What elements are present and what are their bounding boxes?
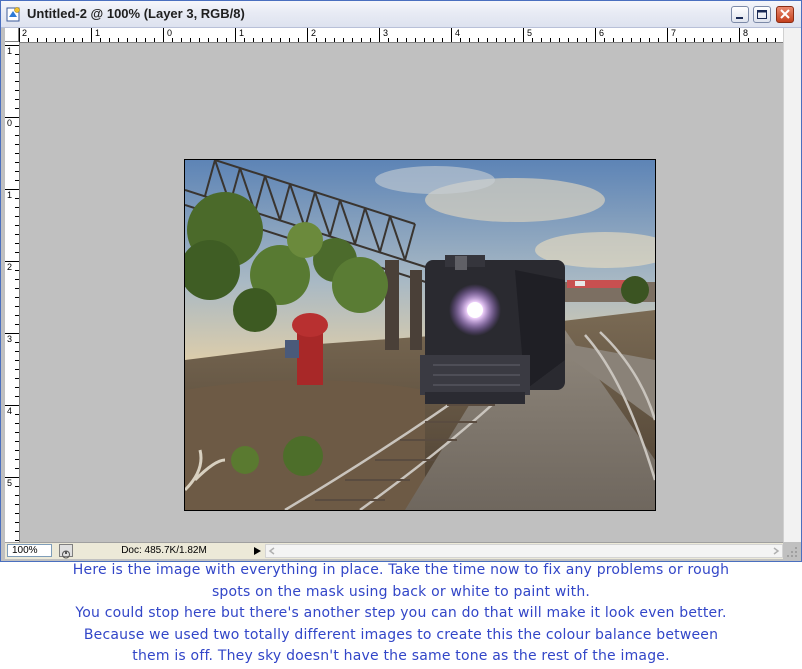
caption-line: them is off. They sky doesn't have the s… (132, 648, 670, 664)
canvas-area[interactable] (20, 43, 783, 542)
document-size-info: Doc: 485.7K/1.82M (121, 545, 207, 556)
photoshop-document-icon (6, 7, 20, 22)
hruler-label: 1 (95, 28, 101, 38)
ruler-origin[interactable] (5, 28, 19, 42)
maximize-button[interactable] (753, 6, 771, 23)
caption-line: spots on the mask using back or white to… (211, 583, 591, 600)
vruler-label: 0 (7, 118, 13, 128)
vertical-ruler-ticks (5, 45, 19, 541)
horizontal-ruler-ticks (19, 28, 776, 42)
vruler-label: 1 (7, 46, 13, 56)
train-photo-composite (185, 160, 655, 510)
zoom-level-field[interactable]: 100% (7, 544, 52, 557)
vruler-label: 2 (7, 262, 13, 272)
horizontal-scrollbar[interactable] (265, 544, 783, 558)
hruler-label: 3 (383, 28, 389, 38)
minimize-icon (736, 17, 743, 19)
close-button[interactable] (776, 6, 794, 23)
title-bar[interactable]: Untitled-2 @ 100% (Layer 3, RGB/8) (1, 1, 801, 28)
status-info-icon[interactable] (59, 544, 73, 559)
hruler-label: 2 (311, 28, 317, 38)
hruler-label: 4 (455, 28, 461, 38)
resize-grip-icon[interactable] (785, 545, 799, 559)
hruler-label: 8 (743, 28, 749, 38)
vertical-ruler[interactable]: 1 0 1 2 3 4 5 (5, 42, 20, 542)
hruler-label: 1 (239, 28, 245, 38)
caption-line: You could stop here but there's another … (75, 605, 727, 621)
caption-line: Here is the image with everything in pla… (72, 562, 730, 578)
status-bar: 100% Doc: 485.7K/1.82M (5, 542, 783, 559)
hruler-label: 0 (167, 28, 173, 38)
close-icon (780, 9, 790, 19)
vruler-label: 3 (7, 334, 13, 344)
window-title: Untitled-2 @ 100% (Layer 3, RGB/8) (27, 6, 245, 21)
hruler-label: 2 (22, 28, 28, 38)
hruler-label: 6 (599, 28, 605, 38)
hruler-label: 7 (671, 28, 677, 38)
vruler-label: 4 (7, 406, 13, 416)
status-info-glyph (62, 550, 70, 559)
horizontal-ruler[interactable]: 2 1 0 1 2 3 4 5 6 7 8 (19, 28, 783, 43)
composite-train-image[interactable] (184, 159, 656, 511)
caption-line: Because we used two totally different im… (83, 626, 719, 643)
maximize-icon (757, 10, 767, 19)
document-window: Untitled-2 @ 100% (Layer 3, RGB/8) 2 1 0… (0, 0, 802, 562)
hruler-label: 5 (527, 28, 533, 38)
status-menu-arrow-icon[interactable] (251, 545, 263, 557)
scroll-right-arrow-icon[interactable] (769, 545, 782, 557)
vruler-label: 1 (7, 190, 13, 200)
minimize-button[interactable] (731, 6, 749, 23)
vruler-label: 5 (7, 478, 13, 488)
scroll-left-arrow-icon[interactable] (266, 545, 279, 557)
tutorial-caption: Here is the image with everything in pla… (0, 560, 802, 669)
vertical-scrollbar[interactable] (783, 28, 801, 542)
